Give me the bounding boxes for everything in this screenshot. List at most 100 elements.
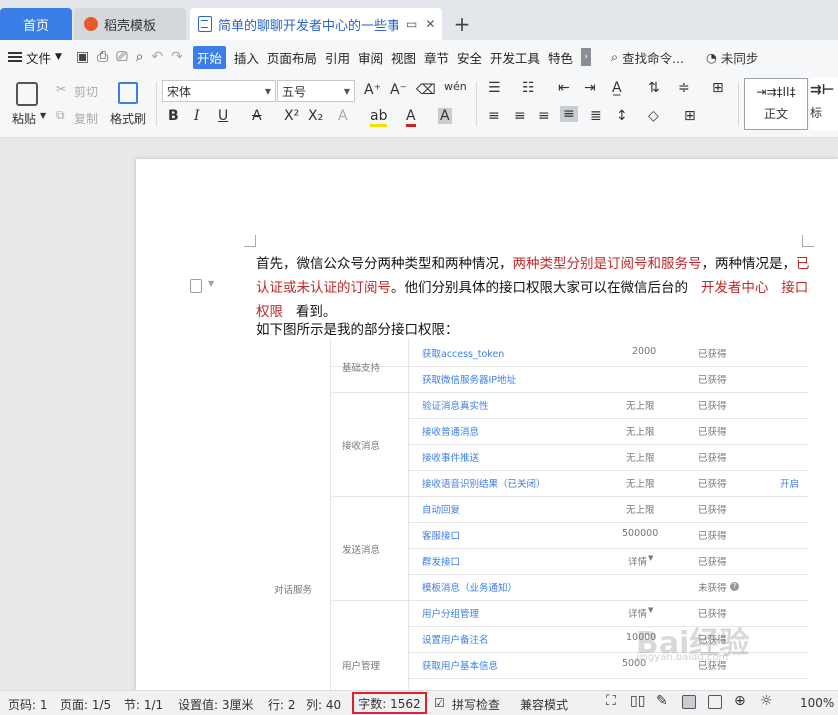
strikethrough-icon[interactable]: A (252, 108, 262, 124)
font-size-select[interactable]: 五号 ▼ (277, 80, 355, 102)
menu-review[interactable]: 审阅 (358, 48, 383, 67)
subscript-icon[interactable]: X₂ (308, 108, 323, 124)
paste-button[interactable]: 粘贴 (12, 110, 36, 127)
paste-dropdown-icon[interactable]: ▼ (40, 111, 46, 120)
text-direction-icon[interactable]: A̲ (612, 80, 622, 96)
char-shading-icon[interactable]: A (438, 108, 452, 124)
text-effect-icon[interactable]: A (338, 108, 348, 124)
word-count[interactable]: 字数: 1562 (352, 692, 427, 714)
border-icon[interactable]: ⊞ (684, 108, 696, 124)
table-icon[interactable]: ⊞ (712, 80, 724, 96)
align-center-icon[interactable]: ≡ (514, 108, 526, 124)
permission-name[interactable]: 群发接口 (422, 554, 460, 568)
document-page[interactable]: ▼ 首先，微信公众号分两种类型和两种情况，两种类型分别是订阅号和服务号，两种情况… (136, 159, 838, 690)
status-section[interactable]: 节: 1/1 (124, 696, 163, 713)
copy-button[interactable]: 复制 (74, 110, 98, 127)
status-pages[interactable]: 页面: 1/5 (60, 696, 111, 713)
justify-icon[interactable]: ≡ (560, 106, 578, 122)
new-tab-button[interactable]: + (450, 8, 474, 40)
outline-view-icon[interactable] (708, 695, 722, 709)
chevron-down-icon[interactable]: ▼ (208, 279, 214, 288)
menu-view[interactable]: 视图 (391, 48, 416, 67)
superscript-icon[interactable]: X² (284, 108, 299, 124)
reading-mode-icon[interactable]: ▯▯ (630, 693, 645, 709)
status-row[interactable]: 行: 2 (268, 696, 296, 713)
undo-icon[interactable]: ↶ (151, 49, 163, 65)
permission-name[interactable]: 接收语音识别结果（已关闭） (422, 476, 546, 490)
menu-start[interactable]: 开始 (192, 45, 226, 69)
menu-features[interactable]: 特色 (548, 48, 573, 67)
permission-limit[interactable]: 详情 (628, 554, 647, 568)
menu-dev-tools[interactable]: 开发工具 (490, 48, 540, 67)
decrease-indent-icon[interactable]: ⇤ (558, 80, 570, 96)
menu-section[interactable]: 章节 (424, 48, 449, 67)
save-icon[interactable]: ▣ (76, 49, 89, 65)
font-family-select[interactable]: 宋体 ▼ (162, 80, 276, 102)
enable-link[interactable]: 开启 (780, 476, 799, 490)
menu-reference[interactable]: 引用 (325, 48, 350, 67)
tab-home[interactable]: 首页 (0, 8, 72, 40)
menu-scroll-right[interactable]: › (581, 48, 592, 66)
screen-icon[interactable]: ▭ (406, 17, 417, 31)
zoom-level[interactable]: 100% (800, 696, 834, 710)
sync-status[interactable]: ◔ 未同步 (706, 48, 758, 67)
command-search[interactable]: ⌕ 查找命令... (611, 48, 684, 67)
font-color-icon[interactable]: A (406, 108, 416, 127)
preview-icon[interactable]: ⌕ (136, 49, 144, 65)
status-page-number[interactable]: 页码: 1 (8, 696, 48, 713)
distributed-icon[interactable]: ≣ (590, 108, 602, 124)
compat-mode[interactable]: 兼容模式 (520, 696, 568, 713)
permission-name[interactable]: 客服接口 (422, 528, 460, 542)
permission-name[interactable]: 获取access_token (422, 346, 504, 360)
menu-page-layout[interactable]: 页面布局 (267, 48, 317, 67)
menu-security[interactable]: 安全 (457, 48, 482, 67)
print-icon[interactable]: ⎚ (116, 49, 127, 65)
paste-icon[interactable] (16, 82, 38, 106)
permission-name[interactable]: 接收普通消息 (422, 424, 479, 438)
pen-icon[interactable]: ✎ (656, 693, 668, 709)
italic-icon[interactable]: I (194, 108, 200, 124)
format-painter-button[interactable]: 格式刷 (110, 110, 146, 127)
highlight-icon[interactable]: ab (370, 108, 388, 127)
style-normal[interactable]: ⇥⇉‡II‡ 正文 (744, 78, 808, 130)
spellcheck-button[interactable]: 拼写检查 (452, 696, 500, 713)
format-painter-icon[interactable] (118, 82, 138, 104)
grow-font-icon[interactable]: A⁺ (364, 82, 381, 98)
permission-name[interactable]: 验证消息真实性 (422, 398, 489, 412)
bold-icon[interactable]: B (168, 108, 179, 124)
embedded-image-permissions[interactable]: 对话服务 基础支持 接收消息 发送消息 用户管理 获取access_token … (256, 338, 808, 690)
copy-icon[interactable]: ⧉ (56, 108, 65, 123)
cut-button[interactable]: 剪切 (74, 83, 98, 100)
bullet-list-icon[interactable]: ☰ (488, 80, 501, 96)
paragraph-handle-icon[interactable] (190, 279, 202, 293)
align-right-icon[interactable]: ≡ (538, 108, 550, 124)
paragraph-1[interactable]: 首先，微信公众号分两种类型和两种情况，两种类型分别是订阅号和服务号，两种情况是，… (256, 252, 816, 324)
cut-icon[interactable]: ✂ (56, 82, 66, 96)
menu-insert[interactable]: 插入 (234, 48, 259, 67)
permission-name[interactable]: 自动回复 (422, 502, 460, 516)
status-column[interactable]: 列: 40 (306, 696, 341, 713)
line-spacing-icon[interactable]: ≑ (678, 80, 690, 96)
paragraph-spacing-icon[interactable]: ↕ (616, 108, 628, 124)
tab-document[interactable]: 简单的聊聊开发者中心的一些事 ▭ ✕ (190, 8, 442, 40)
eye-protection-icon[interactable]: ☼ (760, 693, 773, 709)
status-setting[interactable]: 设置值: 3厘米 (178, 696, 254, 713)
permission-name[interactable]: 获取用户基本信息 (422, 658, 498, 672)
align-left-icon[interactable]: ≡ (488, 108, 500, 124)
permission-name[interactable]: 获取微信服务器IP地址 (422, 372, 516, 386)
style-heading[interactable]: ⇉⊢ 标 (810, 78, 838, 130)
sort-icon[interactable]: ⇅ (648, 80, 660, 96)
tab-template[interactable]: 稻壳模板 (74, 8, 186, 40)
permission-name[interactable]: 接收事件推送 (422, 450, 479, 464)
redo-icon[interactable]: ↷ (171, 49, 183, 65)
close-icon[interactable]: ✕ (425, 17, 435, 31)
shrink-font-icon[interactable]: A⁻ (390, 82, 407, 98)
page-view-icon[interactable] (682, 695, 696, 709)
web-view-icon[interactable]: ⊕ (734, 693, 746, 709)
underline-icon[interactable]: U (218, 108, 228, 124)
increase-indent-icon[interactable]: ⇥ (584, 80, 596, 96)
shading-icon[interactable]: ◇ (648, 108, 659, 124)
help-icon[interactable]: ? (728, 580, 739, 591)
spellcheck-icon[interactable]: ☑ (434, 696, 445, 710)
clear-format-icon[interactable]: ⌫ (416, 82, 436, 98)
